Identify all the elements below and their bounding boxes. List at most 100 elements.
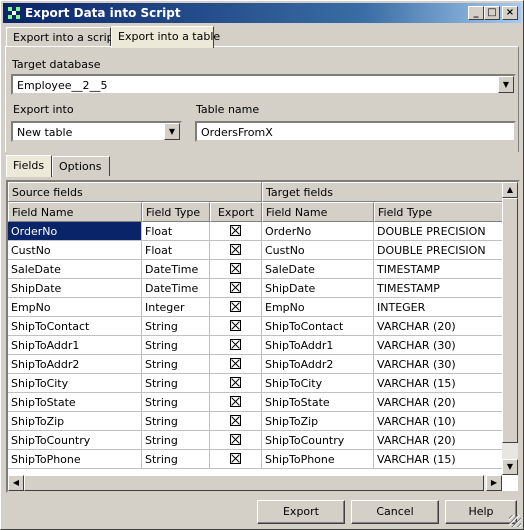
fields-grid[interactable]: Source fields Target fields Field Name F… <box>6 180 520 493</box>
source-field-type-cell[interactable]: String <box>142 336 210 355</box>
target-field-name-cell[interactable]: CustNo <box>262 241 374 260</box>
source-field-type-cell[interactable]: String <box>142 450 210 469</box>
target-field-type-cell[interactable]: VARCHAR (10) <box>374 412 506 431</box>
source-field-name-cell[interactable]: CustNo <box>8 241 142 260</box>
vertical-scrollbar[interactable]: ▲ ▼ <box>502 182 518 475</box>
column-header-target-field-type[interactable]: Field Type <box>374 202 506 222</box>
target-field-name-cell[interactable]: EmpNo <box>262 298 374 317</box>
export-checkbox[interactable] <box>230 320 241 331</box>
export-cell[interactable] <box>210 355 262 374</box>
source-field-type-cell[interactable]: String <box>142 374 210 393</box>
source-field-name-cell[interactable]: ShipToCountry <box>8 431 142 450</box>
target-field-type-cell[interactable]: TIMESTAMP <box>374 260 506 279</box>
source-field-name-cell[interactable]: ShipToZip <box>8 412 142 431</box>
source-field-name-cell[interactable]: ShipDate <box>8 279 142 298</box>
source-field-type-cell[interactable]: String <box>142 355 210 374</box>
export-cell[interactable] <box>210 241 262 260</box>
target-field-type-cell[interactable]: VARCHAR (30) <box>374 336 506 355</box>
export-into-combo[interactable]: New table ▼ <box>11 121 182 142</box>
export-checkbox[interactable] <box>230 453 241 464</box>
column-header-source-field-name[interactable]: Field Name <box>8 202 142 222</box>
source-field-name-cell[interactable]: ShipToAddr1 <box>8 336 142 355</box>
export-cell[interactable] <box>210 393 262 412</box>
export-cell[interactable] <box>210 374 262 393</box>
source-field-type-cell[interactable]: String <box>142 393 210 412</box>
source-field-type-cell[interactable]: DateTime <box>142 260 210 279</box>
column-header-source-field-type[interactable]: Field Type <box>142 202 210 222</box>
source-field-name-cell[interactable]: EmpNo <box>8 298 142 317</box>
export-checkbox[interactable] <box>230 263 241 274</box>
cancel-button[interactable]: Cancel <box>351 500 439 524</box>
export-cell[interactable] <box>210 431 262 450</box>
source-field-name-cell[interactable]: OrderNo <box>8 222 142 241</box>
minimize-button[interactable]: _ <box>468 6 484 20</box>
tab-options[interactable]: Options <box>52 156 110 176</box>
source-field-type-cell[interactable]: Integer <box>142 298 210 317</box>
maximize-button[interactable]: □ <box>484 6 500 20</box>
source-field-name-cell[interactable]: ShipToAddr2 <box>8 355 142 374</box>
column-header-export[interactable]: Export <box>210 202 262 222</box>
scroll-right-icon[interactable]: ▶ <box>486 475 502 491</box>
source-field-name-cell[interactable]: SaleDate <box>8 260 142 279</box>
export-cell[interactable] <box>210 298 262 317</box>
target-field-type-cell[interactable]: VARCHAR (15) <box>374 450 506 469</box>
export-checkbox[interactable] <box>230 434 241 445</box>
target-field-name-cell[interactable]: ShipToPhone <box>262 450 374 469</box>
source-field-type-cell[interactable]: String <box>142 317 210 336</box>
scroll-down-icon[interactable]: ▼ <box>502 459 518 475</box>
target-database-combo[interactable]: Employee__2__5 ▼ <box>11 74 516 95</box>
source-field-type-cell[interactable]: String <box>142 431 210 450</box>
scroll-left-icon[interactable]: ◀ <box>8 475 24 491</box>
target-field-type-cell[interactable]: TIMESTAMP <box>374 279 506 298</box>
scroll-up-icon[interactable]: ▲ <box>502 182 518 198</box>
target-field-type-cell[interactable]: VARCHAR (20) <box>374 317 506 336</box>
export-checkbox[interactable] <box>230 358 241 369</box>
target-field-type-cell[interactable]: DOUBLE PRECISION <box>374 222 506 241</box>
chevron-down-icon[interactable]: ▼ <box>498 76 514 93</box>
export-cell[interactable] <box>210 222 262 241</box>
export-checkbox[interactable] <box>230 396 241 407</box>
export-cell[interactable] <box>210 450 262 469</box>
target-field-type-cell[interactable]: VARCHAR (20) <box>374 393 506 412</box>
target-field-type-cell[interactable]: VARCHAR (15) <box>374 374 506 393</box>
export-cell[interactable] <box>210 279 262 298</box>
target-field-type-cell[interactable]: INTEGER <box>374 298 506 317</box>
source-field-type-cell[interactable]: String <box>142 412 210 431</box>
column-header-target-field-name[interactable]: Field Name <box>262 202 374 222</box>
source-field-name-cell[interactable]: ShipToContact <box>8 317 142 336</box>
export-checkbox[interactable] <box>230 377 241 388</box>
horizontal-scroll-thumb[interactable] <box>24 475 484 491</box>
tab-export-into-table[interactable]: Export into a table <box>111 26 220 48</box>
target-field-type-cell[interactable]: DOUBLE PRECISION <box>374 241 506 260</box>
export-cell[interactable] <box>210 412 262 431</box>
target-field-name-cell[interactable]: ShipToCity <box>262 374 374 393</box>
horizontal-scrollbar[interactable]: ◀ ▶ <box>8 475 502 491</box>
export-cell[interactable] <box>210 260 262 279</box>
target-field-type-cell[interactable]: VARCHAR (30) <box>374 355 506 374</box>
source-field-type-cell[interactable]: DateTime <box>142 279 210 298</box>
target-field-name-cell[interactable]: ShipToState <box>262 393 374 412</box>
title-bar[interactable]: Export Data into Script _ □ × <box>3 3 521 23</box>
vertical-scroll-thumb[interactable] <box>502 198 518 443</box>
source-field-type-cell[interactable]: Float <box>142 222 210 241</box>
export-cell[interactable] <box>210 317 262 336</box>
export-checkbox[interactable] <box>230 301 241 312</box>
resize-grip[interactable] <box>509 515 521 527</box>
target-field-name-cell[interactable]: ShipToContact <box>262 317 374 336</box>
export-checkbox[interactable] <box>230 339 241 350</box>
close-button[interactable]: × <box>502 6 518 20</box>
target-field-name-cell[interactable]: ShipDate <box>262 279 374 298</box>
export-checkbox[interactable] <box>230 415 241 426</box>
table-name-input[interactable]: OrdersFromX <box>195 121 516 142</box>
help-button[interactable]: Help <box>445 500 517 524</box>
target-field-name-cell[interactable]: OrderNo <box>262 222 374 241</box>
target-field-name-cell[interactable]: SaleDate <box>262 260 374 279</box>
target-field-name-cell[interactable]: ShipToAddr1 <box>262 336 374 355</box>
chevron-down-icon[interactable]: ▼ <box>164 123 180 140</box>
target-field-name-cell[interactable]: ShipToZip <box>262 412 374 431</box>
export-checkbox[interactable] <box>230 282 241 293</box>
source-field-type-cell[interactable]: Float <box>142 241 210 260</box>
tab-export-into-script[interactable]: Export into a script <box>6 27 118 47</box>
source-field-name-cell[interactable]: ShipToCity <box>8 374 142 393</box>
target-field-name-cell[interactable]: ShipToAddr2 <box>262 355 374 374</box>
